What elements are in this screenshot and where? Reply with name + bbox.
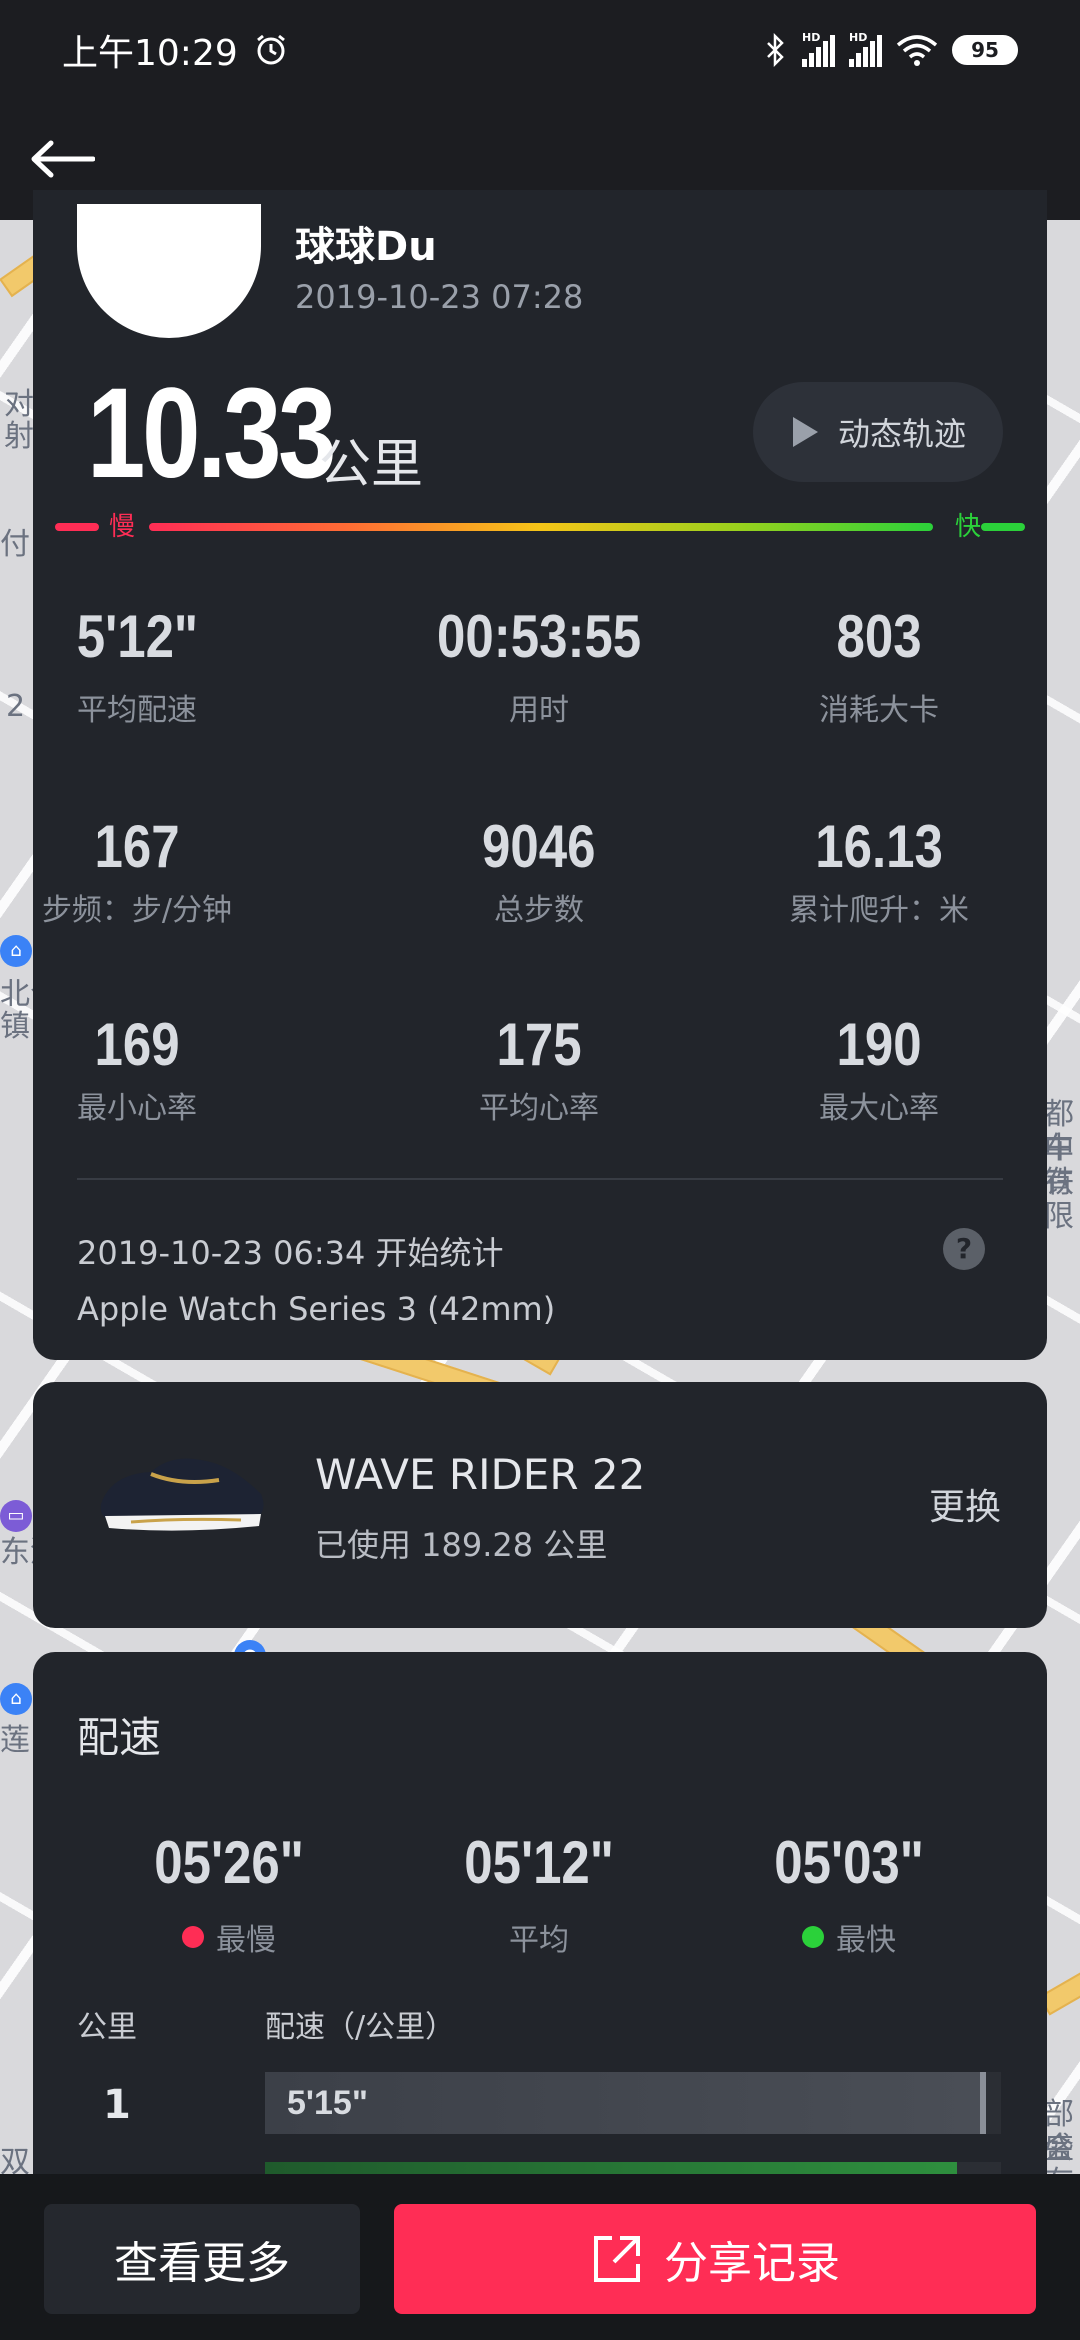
pace-section-title: 配速 <box>77 1713 162 1762</box>
stat-cadence: 167 步频：步/分钟 <box>0 812 307 929</box>
pace-label-text: 平均 <box>509 1923 569 1958</box>
shoe-image <box>100 1458 264 1531</box>
stat-calories: 803 消耗大卡 <box>709 602 1049 729</box>
back-button[interactable] <box>22 126 102 192</box>
pace-row-value: 5'15" <box>287 2084 368 2122</box>
status-icons: HD HD 95 <box>764 31 1018 67</box>
record-time: 2019-10-23 07:28 <box>295 278 584 316</box>
pace-slowest: 05'26" 最慢 <box>79 1828 379 1959</box>
stat-label: 累计爬升：米 <box>789 893 969 928</box>
view-more-label: 查看更多 <box>114 2238 290 2289</box>
stat-label: 消耗大卡 <box>819 693 939 728</box>
arrow-left-icon <box>31 140 95 178</box>
column-header-km: 公里 <box>77 2010 137 2045</box>
dynamic-track-button[interactable]: 动态轨迹 <box>753 382 1003 482</box>
device-info: Apple Watch Series 3 (42mm) <box>77 1290 556 1328</box>
stat-total-steps: 9046 总步数 <box>369 812 709 929</box>
status-bar: 上午10:29 HD HD 95 <box>0 0 1080 100</box>
pace-value: 05'12" <box>464 1829 614 1896</box>
stat-avg-heart-rate: 175 平均心率 <box>369 1010 709 1127</box>
stat-label: 平均心率 <box>479 1091 599 1126</box>
stat-label: 平均配速 <box>77 693 197 728</box>
run-summary-card: 球球Du 2019-10-23 07:28 10.33 公里 动态轨迹 慢 快 … <box>33 190 1047 1360</box>
stat-duration: 00:53:55 用时 <box>369 602 709 729</box>
dynamic-track-label: 动态轨迹 <box>837 415 966 453</box>
change-shoe-button[interactable]: 更换 <box>929 1478 1001 1530</box>
distance-unit: 公里 <box>319 435 424 495</box>
pace-label-text: 最快 <box>836 1923 896 1958</box>
fast-dot-icon <box>802 1926 824 1948</box>
stat-label: 总步数 <box>494 893 584 928</box>
stat-value: 175 <box>496 1011 582 1078</box>
user-name: 球球Du <box>295 224 437 270</box>
slow-dot-icon <box>182 1926 204 1948</box>
view-more-button[interactable]: 查看更多 <box>44 2204 360 2314</box>
pace-label-text: 最慢 <box>216 1923 276 1958</box>
pace-label: 平均 <box>389 1915 689 1959</box>
stat-min-heart-rate: 169 最小心率 <box>0 1010 307 1127</box>
pace-row-bar: 5'15" <box>265 2072 1001 2134</box>
pace-average: 05'12" 平均 <box>389 1828 689 1959</box>
stat-value: 169 <box>94 1011 180 1078</box>
share-record-label: 分享记录 <box>664 2238 840 2289</box>
column-header-pace: 配速（/公里） <box>265 2010 456 2045</box>
pace-row-km: 1 <box>103 2082 131 2128</box>
stat-label: 步频：步/分钟 <box>41 893 233 928</box>
stat-elevation-gain: 16.13 累计爬升：米 <box>709 812 1049 929</box>
share-icon <box>594 2236 640 2282</box>
map-poi-icon: ⌂ <box>0 1683 32 1715</box>
pace-color-scale: 慢 快 <box>55 512 1025 542</box>
signal-hd-icon: HD <box>849 31 882 67</box>
battery-indicator: 95 <box>952 35 1018 65</box>
stat-value: 167 <box>94 813 180 880</box>
map-poi-icon: ⌂ <box>0 935 32 967</box>
pace-scale-slow-label: 慢 <box>109 512 136 542</box>
shoe-usage: 已使用 189.28 公里 <box>315 1526 608 1564</box>
pace-value: 05'03" <box>774 1829 924 1896</box>
map-poi-icon: ▭ <box>0 1500 32 1532</box>
stat-max-heart-rate: 190 最大心率 <box>709 1010 1049 1127</box>
stat-label: 用时 <box>509 693 569 728</box>
map-label: 射 <box>4 419 34 454</box>
pace-card: 配速 05'26" 最慢 05'12" 平均 05'03" 最快 公里 配速（/… <box>33 1652 1047 2212</box>
stat-value: 803 <box>836 603 922 670</box>
pace-value: 05'26" <box>154 1829 304 1896</box>
signal-hd-icon: HD <box>802 31 835 67</box>
stat-value: 00:53:55 <box>436 603 642 670</box>
bluetooth-icon <box>767 33 784 67</box>
stat-value: 16.13 <box>815 813 943 880</box>
stat-label: 最大心率 <box>819 1091 939 1126</box>
pace-label: 最快 <box>699 1915 999 1959</box>
divider <box>77 1178 1003 1180</box>
map-label: 莲 <box>0 1723 30 1758</box>
pace-scale-fast-label: 快 <box>955 512 982 542</box>
bottom-action-bar: 查看更多 分享记录 <box>0 2174 1080 2340</box>
stat-value: 190 <box>836 1011 922 1078</box>
stat-value: 9046 <box>482 813 596 880</box>
stat-avg-pace: 5'12" 平均配速 <box>0 602 307 729</box>
stat-value: 5'12" <box>76 603 198 670</box>
status-time: 上午10:29 <box>62 33 238 74</box>
pace-scale-gradient <box>149 523 933 531</box>
share-record-button[interactable]: 分享记录 <box>394 2204 1036 2314</box>
pace-scale-slow-segment <box>55 523 99 531</box>
map-label: 对 <box>4 387 34 422</box>
help-icon[interactable]: ? <box>943 1228 985 1270</box>
avatar[interactable] <box>77 204 261 338</box>
pace-scale-fast-segment <box>981 523 1025 531</box>
shoe-name: WAVE RIDER 22 <box>315 1450 646 1499</box>
play-icon <box>792 417 818 447</box>
pace-label: 最慢 <box>79 1915 379 1959</box>
stat-label: 最小心率 <box>77 1091 197 1126</box>
distance-value: 10.33 <box>87 362 337 505</box>
pace-fastest: 05'03" 最快 <box>699 1828 999 1959</box>
wifi-icon <box>896 35 938 66</box>
alarm-icon <box>256 34 285 65</box>
pace-row-fill <box>265 2072 987 2134</box>
map-label: 有限 <box>1044 1165 1074 1234</box>
shoe-card: WAVE RIDER 22 已使用 189.28 公里 更换 <box>33 1382 1047 1628</box>
start-time-info: 2019-10-23 06:34 开始统计 <box>77 1234 504 1272</box>
map-label: 付 <box>0 527 30 562</box>
